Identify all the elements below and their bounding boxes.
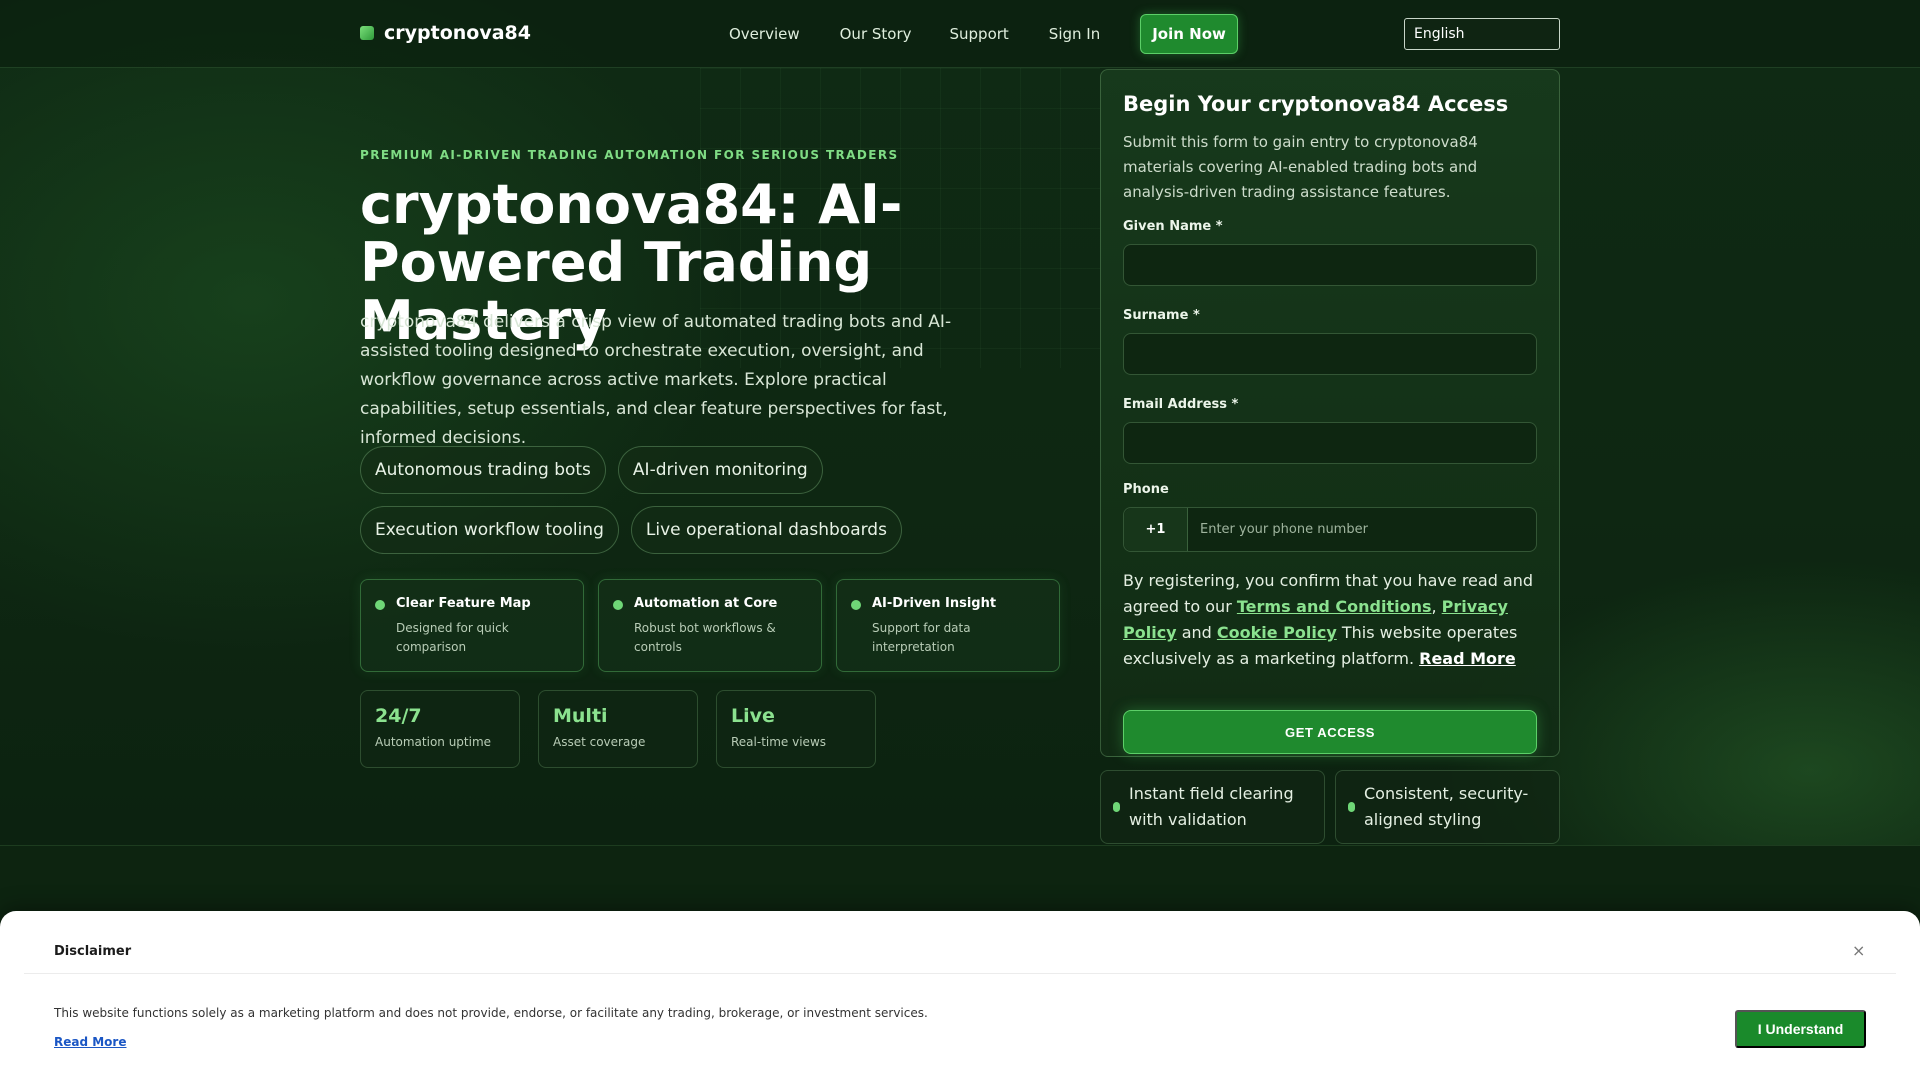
terms-link[interactable]: Terms and Conditions — [1237, 597, 1432, 616]
phone-country-code[interactable]: +1 — [1124, 508, 1188, 551]
phone-label: Phone — [1123, 482, 1169, 497]
form-note: Consistent, security-aligned styling — [1335, 770, 1560, 844]
feature-title: Automation at Core — [634, 596, 778, 611]
divider — [24, 973, 1896, 974]
stat-label: Asset coverage — [553, 735, 646, 749]
brand-name: cryptonova84 — [384, 22, 531, 44]
feature-cards: Clear Feature Map Designed for quick com… — [360, 579, 1060, 672]
stat-label: Real-time views — [731, 735, 827, 749]
surname-input[interactable] — [1123, 333, 1537, 375]
form-title: Begin Your cryptonova84 Access — [1123, 92, 1509, 116]
chip-live-dashboards: Live operational dashboards — [630, 506, 902, 554]
bullet-dot-icon — [851, 600, 861, 610]
capability-chips: Autonomous trading bots AI-driven monito… — [360, 446, 1080, 554]
stat-value: 24/7 — [375, 705, 422, 727]
given-name-input[interactable] — [1123, 244, 1537, 286]
feature-card: AI-Driven Insight Support for data inter… — [836, 579, 1060, 672]
nav-sign-in[interactable]: Sign In — [1049, 15, 1100, 53]
bullet-dot-icon — [1113, 802, 1120, 812]
feature-card: Clear Feature Map Designed for quick com… — [360, 579, 584, 672]
hero-description: cryptonova84 delivers a crisp view of au… — [360, 312, 952, 448]
bullet-dot-icon — [375, 600, 385, 610]
note-text: Instant field clearing with validation — [1129, 784, 1294, 829]
phone-input[interactable] — [1188, 508, 1536, 551]
main-nav: Overview Our Story Support Sign In Join … — [729, 14, 1238, 54]
language-select[interactable]: English — [1404, 18, 1560, 50]
surname-label: Surname * — [1123, 308, 1200, 323]
feature-card: Automation at Core Robust bot workflows … — [598, 579, 822, 672]
brand-logo-icon — [360, 26, 374, 40]
disclaimer-title: Disclaimer — [54, 944, 132, 959]
signup-form: Begin Your cryptonova84 Access Submit th… — [1100, 69, 1560, 757]
join-now-button[interactable]: Join Now — [1140, 14, 1238, 54]
form-intro: Submit this form to gain entry to crypto… — [1123, 133, 1478, 201]
consent-and: and — [1181, 623, 1212, 642]
feature-subtitle: Designed for quick comparison — [396, 621, 509, 654]
nav-overview[interactable]: Overview — [729, 15, 800, 53]
stat-label: Automation uptime — [375, 735, 492, 749]
consent-text: By registering, you confirm that you hav… — [1123, 568, 1537, 672]
phone-field: +1 — [1123, 507, 1537, 552]
read-more-link[interactable]: Read More — [1419, 649, 1516, 668]
hero-eyebrow: PREMIUM AI-DRIVEN TRADING AUTOMATION FOR… — [360, 148, 899, 162]
given-name-label: Given Name * — [1123, 219, 1223, 234]
disclaimer-text: This website functions solely as a marke… — [54, 1006, 928, 1020]
chip-autonomous-bots: Autonomous trading bots — [360, 446, 606, 494]
i-understand-button[interactable]: I Understand — [1735, 1010, 1866, 1048]
feature-title: AI-Driven Insight — [872, 596, 997, 611]
nav-our-story[interactable]: Our Story — [840, 15, 912, 53]
stat-card: 24/7 Automation uptime — [360, 690, 520, 768]
get-access-button[interactable]: GET ACCESS — [1123, 710, 1537, 754]
disclaimer-banner: Disclaimer × This website functions sole… — [0, 911, 1920, 1080]
feature-subtitle: Robust bot workflows & controls — [634, 621, 776, 654]
stat-card: Multi Asset coverage — [538, 690, 698, 768]
bullet-dot-icon — [613, 600, 623, 610]
chip-ai-monitoring: AI-driven monitoring — [617, 446, 823, 494]
stat-cards: 24/7 Automation uptime Multi Asset cover… — [360, 690, 876, 768]
form-notes: Instant field clearing with validation C… — [1100, 770, 1560, 844]
cookie-link[interactable]: Cookie Policy — [1217, 623, 1337, 642]
feature-title: Clear Feature Map — [396, 596, 531, 611]
consent-comma: , — [1431, 597, 1437, 616]
form-note: Instant field clearing with validation — [1100, 770, 1325, 844]
note-text: Consistent, security-aligned styling — [1364, 784, 1529, 829]
nav-support[interactable]: Support — [950, 15, 1009, 53]
stat-value: Multi — [553, 705, 608, 727]
feature-subtitle: Support for data interpretation — [872, 621, 971, 654]
email-label: Email Address * — [1123, 397, 1239, 412]
disclaimer-read-more-link[interactable]: Read More — [54, 1035, 127, 1049]
chip-execution-tooling: Execution workflow tooling — [360, 506, 619, 554]
brand[interactable]: cryptonova84 — [360, 22, 531, 44]
stat-card: Live Real-time views — [716, 690, 876, 768]
close-icon[interactable]: × — [1852, 941, 1865, 960]
bullet-dot-icon — [1348, 802, 1355, 812]
site-header: cryptonova84 Overview Our Story Support … — [0, 0, 1920, 68]
email-input[interactable] — [1123, 422, 1537, 464]
stat-value: Live — [731, 705, 775, 727]
